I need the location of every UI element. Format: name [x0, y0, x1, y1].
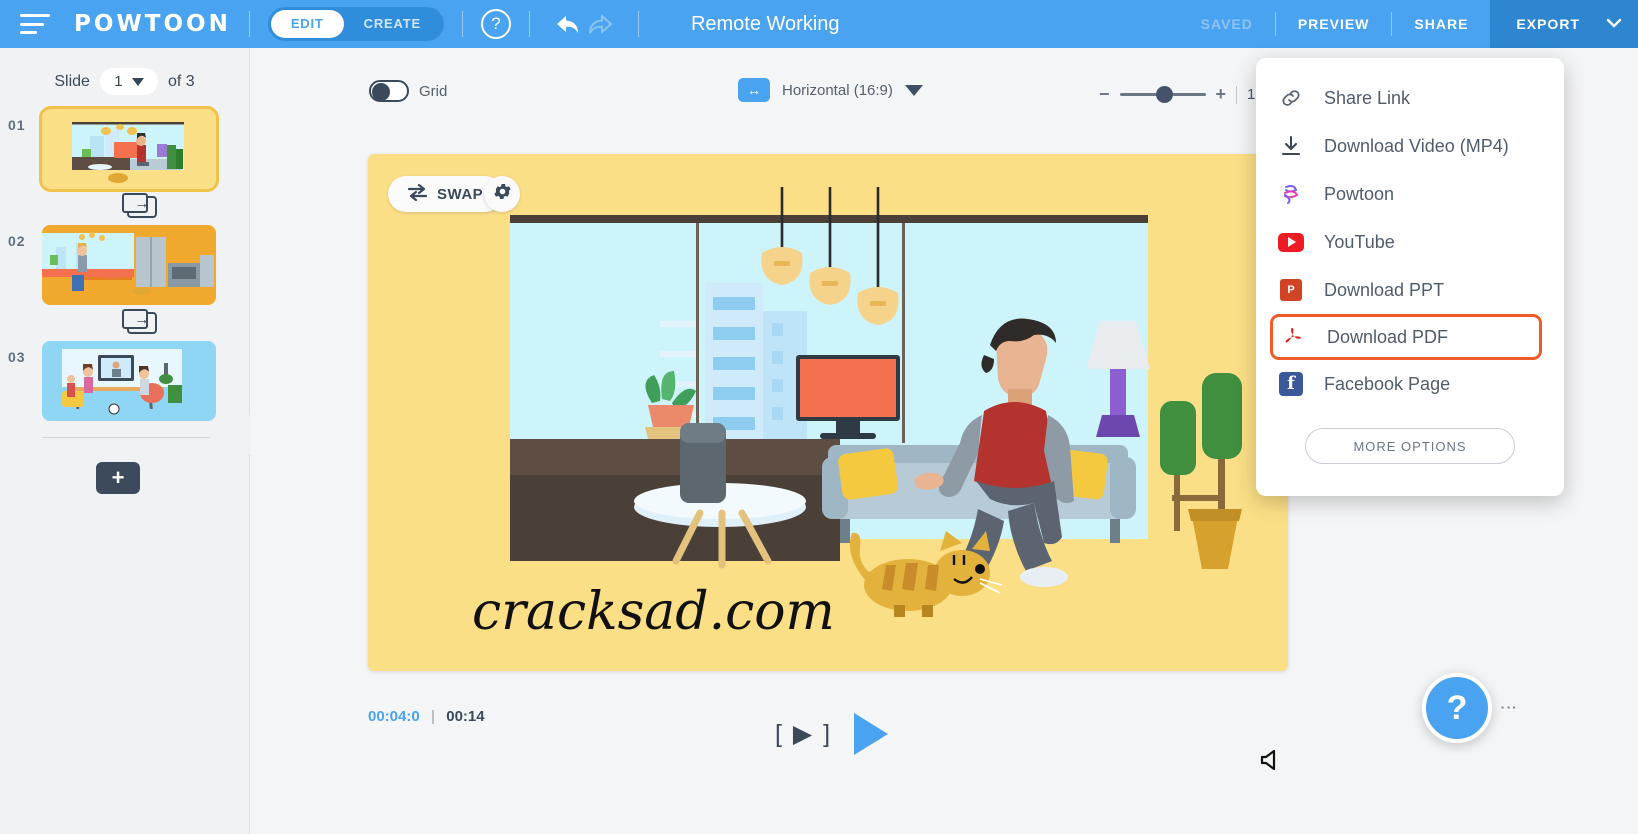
slide-number-value: 1: [114, 73, 123, 90]
menu-item-label: Share Link: [1324, 87, 1411, 108]
add-slide-button[interactable]: +: [96, 462, 140, 494]
aspect-ratio-control[interactable]: ↔ Horizontal (16:9): [738, 78, 923, 102]
list-item[interactable]: 02: [0, 225, 249, 305]
slide-word-label: Slide: [54, 72, 90, 90]
top-bar-actions: SAVED PREVIEW SHARE EXPORT: [1179, 0, 1638, 48]
menu-item-label: Download PPT: [1324, 279, 1445, 300]
page-title: Remote Working: [690, 12, 840, 35]
saved-status: SAVED: [1200, 16, 1253, 32]
settings-button[interactable]: [484, 176, 520, 212]
share-button[interactable]: SHARE: [1392, 16, 1490, 32]
undo-arrow-icon[interactable]: [548, 8, 584, 40]
pdf-acrobat-icon: [1281, 324, 1307, 350]
slide-total-label: of 3: [167, 72, 195, 90]
menu-item-download-mp4[interactable]: Download Video (MP4): [1256, 122, 1564, 170]
swap-label: SWAP: [437, 185, 484, 203]
menu-item-label: Download Video (MP4): [1324, 135, 1509, 156]
menu-item-share-link[interactable]: Share Link: [1256, 74, 1564, 122]
aspect-ratio-label: Horizontal (16:9): [782, 81, 893, 99]
slide-thumbnail-2[interactable]: [42, 225, 216, 305]
zoom-control[interactable]: − + 10: [1099, 84, 1264, 105]
menu-item-youtube[interactable]: YouTube: [1256, 218, 1564, 266]
slide-canvas[interactable]: SWAP cracksad.com: [368, 154, 1288, 671]
swap-arrows-icon: [407, 183, 428, 205]
list-item[interactable]: 03: [0, 341, 249, 421]
powtoon-logo: POWTOON: [74, 11, 231, 37]
zoom-in-button[interactable]: +: [1216, 84, 1227, 105]
top-bar: POWTOON EDIT CREATE ? Remote Working SAV…: [0, 0, 1638, 48]
timecode-display: 00:04:0 | 00:14: [368, 708, 485, 725]
time-separator: |: [430, 708, 436, 725]
playback-controls: [ ▶ ]: [775, 713, 889, 755]
menu-item-download-pdf[interactable]: Download PDF: [1270, 314, 1542, 360]
speaker-mute-icon[interactable]: [1260, 748, 1286, 779]
divider: [1236, 85, 1238, 104]
slide-transition-1[interactable]: [0, 189, 249, 225]
powtoon-editor-app: POWTOON EDIT CREATE ? Remote Working SAV…: [0, 0, 1638, 834]
divider: [461, 11, 463, 37]
export-label: EXPORT: [1516, 16, 1580, 32]
current-time: 00:04:0: [368, 708, 420, 725]
menu-item-label: YouTube: [1324, 231, 1395, 252]
zoom-slider-handle[interactable]: [1155, 86, 1173, 103]
play-frame-button[interactable]: [ ▶ ]: [775, 719, 832, 749]
toggle-knob: [372, 83, 390, 101]
horizontal-resize-icon[interactable]: ↔: [738, 78, 770, 102]
slide-index-label: 02: [8, 233, 26, 249]
slide-thumbnail-1[interactable]: [39, 106, 219, 192]
download-arrow-icon: [1278, 133, 1304, 159]
link-chain-icon: [1278, 85, 1304, 111]
divider: [42, 437, 210, 438]
tab-edit[interactable]: EDIT: [270, 10, 344, 38]
slide-number-dropdown[interactable]: 1: [99, 68, 158, 95]
menu-item-label: Powtoon: [1324, 183, 1395, 204]
menu-item-label: Download PDF: [1327, 326, 1449, 347]
watermark-text: cracksad.com: [472, 582, 835, 642]
hamburger-menu-icon[interactable]: [20, 14, 50, 34]
menu-item-label: Facebook Page: [1324, 373, 1451, 394]
zoom-slider[interactable]: [1119, 86, 1206, 103]
help-icon[interactable]: ?: [480, 9, 511, 39]
chevron-down-icon[interactable]: [904, 84, 923, 96]
grid-toggle-group[interactable]: Grid: [369, 80, 447, 102]
divider: [528, 11, 530, 37]
menu-item-facebook-page[interactable]: f Facebook Page: [1256, 360, 1564, 408]
youtube-icon: [1278, 229, 1304, 255]
export-button[interactable]: EXPORT: [1490, 0, 1638, 48]
mode-toggle[interactable]: EDIT CREATE: [267, 7, 444, 41]
play-button[interactable]: [854, 713, 889, 755]
facebook-icon: f: [1278, 371, 1304, 397]
slides-panel: Slide 1 of 3 01 → 02 → 03 +: [0, 48, 250, 834]
menu-item-download-ppt[interactable]: P Download PPT: [1256, 266, 1564, 314]
slide-index-label: 03: [8, 349, 26, 365]
chevron-down-icon: [131, 77, 144, 86]
export-dropdown-menu: Share Link Download Video (MP4) Powtoon: [1256, 58, 1564, 496]
powtoon-logo-icon: [1278, 181, 1304, 207]
zoom-out-button[interactable]: −: [1099, 84, 1110, 105]
divider: [637, 11, 639, 37]
more-vertical-icon[interactable]: ⋮: [1498, 699, 1518, 717]
grid-label: Grid: [419, 82, 448, 100]
more-options-button[interactable]: MORE OPTIONS: [1305, 428, 1515, 464]
tab-create[interactable]: CREATE: [344, 10, 441, 38]
slide-index-label: 01: [8, 117, 26, 133]
menu-item-powtoon[interactable]: Powtoon: [1256, 170, 1564, 218]
divider: [248, 11, 250, 37]
floating-help-widget: ? ⋮: [1422, 673, 1518, 743]
total-time: 00:14: [446, 708, 485, 725]
gear-icon: [492, 181, 513, 207]
grid-toggle-switch[interactable]: [369, 80, 409, 102]
slide-thumbnail-3[interactable]: [42, 341, 216, 421]
slide-transition-2[interactable]: [0, 305, 249, 341]
slide-illustration: [510, 187, 1242, 617]
help-fab-button[interactable]: ?: [1422, 673, 1492, 743]
chevron-down-icon: [1606, 17, 1622, 31]
preview-button[interactable]: PREVIEW: [1276, 16, 1392, 32]
slide-selector-row: Slide 1 of 3: [0, 48, 249, 109]
redo-arrow-icon[interactable]: [584, 8, 620, 40]
powerpoint-icon: P: [1278, 277, 1304, 303]
slide-transition-icon[interactable]: [121, 193, 157, 218]
list-item[interactable]: 01: [0, 106, 249, 192]
slide-transition-icon[interactable]: [121, 309, 157, 334]
